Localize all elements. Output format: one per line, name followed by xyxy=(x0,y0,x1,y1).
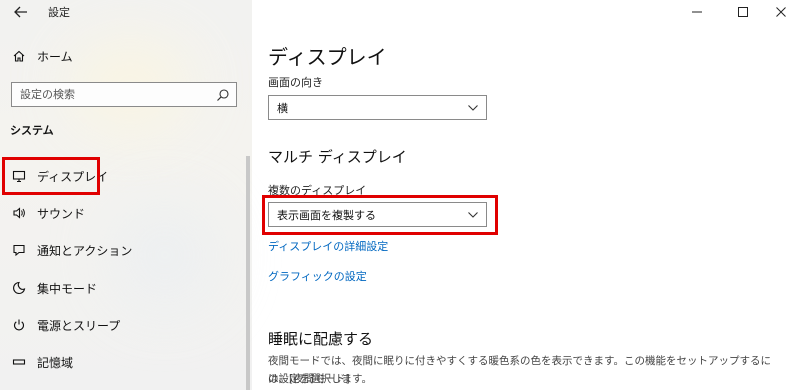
sidebar-item-label: 通知とアクション xyxy=(37,243,133,258)
multi-display-heading: マルチ ディスプレイ xyxy=(268,148,407,166)
highlight-box xyxy=(2,157,100,195)
section-heading: システム xyxy=(10,124,54,137)
back-button[interactable] xyxy=(10,3,32,23)
highlight-box xyxy=(262,195,498,235)
app-title: 設定 xyxy=(48,6,70,19)
power-icon xyxy=(10,316,28,334)
sidebar-item-focus[interactable]: 集中モード xyxy=(0,270,246,306)
search-field-container xyxy=(11,82,237,107)
close-icon xyxy=(776,7,786,17)
maximize-button[interactable] xyxy=(728,2,758,22)
sidebar-item-storage[interactable]: 記憶域 xyxy=(0,344,246,380)
sidebar-item-power[interactable]: 電源とスリープ xyxy=(0,307,246,343)
page-title: ディスプレイ xyxy=(268,45,387,69)
speaker-icon xyxy=(10,204,28,222)
orientation-dropdown[interactable]: 横 xyxy=(268,95,487,120)
maximize-icon xyxy=(738,7,748,17)
sidebar-item-notifications[interactable]: 通知とアクション xyxy=(0,232,246,268)
advanced-display-settings-link[interactable]: ディスプレイの詳細設定 xyxy=(268,238,388,254)
orientation-label: 画面の向き xyxy=(268,76,323,89)
minimize-button[interactable] xyxy=(682,2,712,22)
moon-icon xyxy=(10,279,28,297)
notification-icon xyxy=(10,241,28,259)
sidebar: 設定 ホーム システム ディスプレイ サウンド 通知とアクション xyxy=(0,0,252,390)
scrollbar[interactable] xyxy=(246,156,250,390)
dropdown-value: 横 xyxy=(277,101,288,115)
sidebar-item-label: サウンド xyxy=(37,206,86,221)
sleep-description-line2: の設定を選択します。 xyxy=(268,373,372,385)
minimize-icon xyxy=(692,11,702,13)
search-input[interactable] xyxy=(20,88,200,101)
arrow-left-icon xyxy=(14,6,27,18)
sidebar-item-sound[interactable]: サウンド xyxy=(0,195,246,231)
search-icon[interactable] xyxy=(216,88,230,102)
sleep-heading: 睡眠に配慮する xyxy=(268,330,374,348)
sidebar-item-label: ホーム xyxy=(37,49,73,64)
sidebar-item-label: 記憶域 xyxy=(37,355,74,370)
storage-icon xyxy=(10,353,28,371)
sidebar-item-label: 集中モード xyxy=(37,281,98,296)
sidebar-item-label: 電源とスリープ xyxy=(37,318,121,333)
graphics-settings-link[interactable]: グラフィックの設定 xyxy=(268,268,367,284)
chevron-down-icon xyxy=(468,104,478,111)
close-button[interactable] xyxy=(766,2,796,22)
home-icon xyxy=(10,47,28,65)
sidebar-item-home[interactable]: ホーム xyxy=(0,38,246,74)
